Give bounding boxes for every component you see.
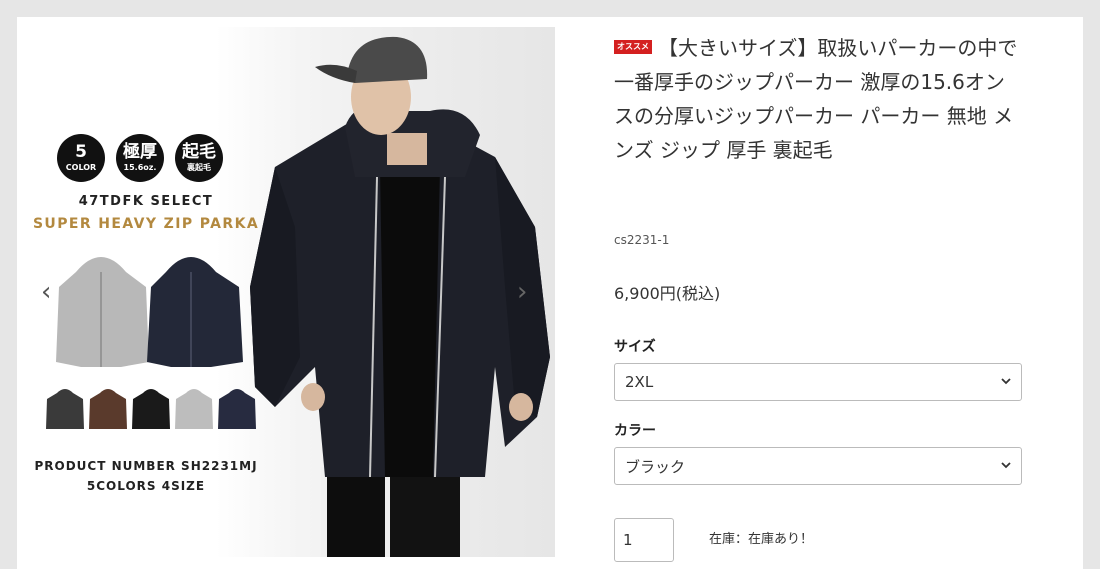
stock-status: 在庫：在庫あり！ bbox=[709, 532, 814, 547]
color-swatch bbox=[132, 389, 170, 429]
color-select-value: ブラック bbox=[625, 457, 686, 476]
product-sku: cs2231-1 bbox=[614, 233, 670, 247]
recommend-badge: オススメ bbox=[614, 39, 652, 54]
color-swatch bbox=[175, 389, 213, 429]
gray-hoodie bbox=[56, 257, 149, 367]
color-label: カラー bbox=[614, 423, 656, 439]
badge-small-text: COLOR bbox=[65, 163, 97, 172]
product-number: PRODUCT NUMBER SH2231MJ bbox=[34, 459, 258, 473]
gallery-next-arrow[interactable]: › bbox=[517, 279, 527, 305]
badge-big-text: 極厚 bbox=[123, 142, 157, 162]
color-count-badge: 5 COLOR bbox=[57, 134, 105, 182]
product-image-gallery[interactable]: 5 COLOR 極厚 15.6oz. 起毛 裏起毛 47TDFK SELECT … bbox=[25, 27, 555, 557]
thickness-badge: 極厚 15.6oz. bbox=[116, 134, 164, 182]
product-title-text: 【大きいサイズ】取扱いパーカーの中で一番厚手のジップパーカー 激厚の15.6オン… bbox=[614, 36, 1018, 162]
badge-small-text: 15.6oz. bbox=[123, 163, 157, 172]
feature-badges: 5 COLOR 極厚 15.6oz. 起毛 裏起毛 bbox=[57, 134, 223, 182]
chevron-down-icon bbox=[1001, 378, 1011, 385]
brand-text: 47TDFK SELECT bbox=[78, 194, 214, 209]
color-swatch bbox=[218, 389, 256, 429]
product-price: 6,900円(税込) bbox=[614, 284, 721, 303]
badge-big-text: 5 bbox=[75, 142, 87, 162]
navy-hoodie bbox=[147, 257, 243, 367]
hero-hoodies bbox=[56, 257, 243, 367]
color-swatch bbox=[46, 389, 84, 429]
page-frame: 5 COLOR 極厚 15.6oz. 起毛 裏起毛 47TDFK SELECT … bbox=[17, 17, 1083, 569]
badge-big-text: 起毛 bbox=[182, 142, 216, 162]
product-title: オススメ 【大きいサイズ】取扱いパーカーの中で一番厚手のジップパーカー 激厚の15… bbox=[614, 31, 1024, 167]
tagline-text: SUPER HEAVY ZIP PARKA bbox=[32, 216, 260, 232]
brushed-lining-badge: 起毛 裏起毛 bbox=[175, 134, 223, 182]
badge-small-text: 裏起毛 bbox=[187, 163, 211, 172]
quantity-input[interactable]: 1 bbox=[614, 518, 674, 562]
size-label: サイズ bbox=[614, 339, 656, 355]
chevron-down-icon bbox=[1001, 462, 1011, 469]
color-swatches bbox=[46, 389, 256, 429]
colors-sizes-text: 5COLORS 4SIZE bbox=[86, 479, 206, 493]
size-select[interactable]: 2XL bbox=[614, 363, 1022, 401]
color-swatch bbox=[89, 389, 127, 429]
size-select-value: 2XL bbox=[625, 373, 654, 391]
gallery-prev-arrow[interactable]: ‹ bbox=[41, 279, 51, 305]
color-select[interactable]: ブラック bbox=[614, 447, 1022, 485]
